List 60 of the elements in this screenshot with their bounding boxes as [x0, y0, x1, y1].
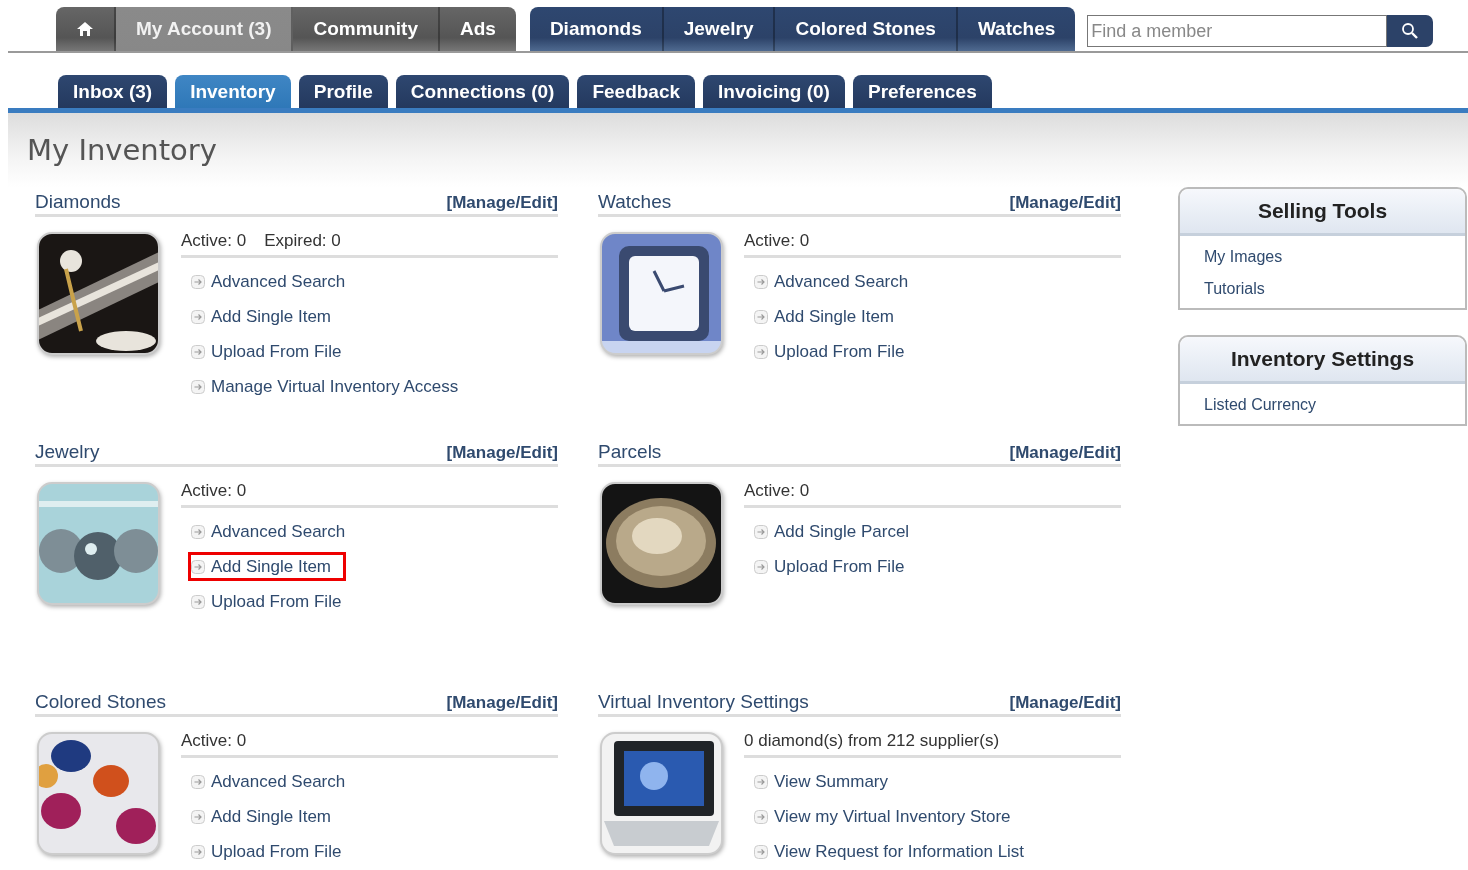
action-link[interactable]: Manage Virtual Inventory Access	[188, 372, 474, 401]
manage-edit-link[interactable]: [Manage/Edit]	[446, 693, 558, 713]
section-title: Virtual Inventory Settings	[598, 691, 809, 713]
action-link[interactable]: View Request for Information List	[751, 837, 1040, 866]
stat-text: Active: 0	[181, 231, 247, 251]
action-link[interactable]: Add Single Item	[188, 552, 346, 581]
manage-edit-link[interactable]: [Manage/Edit]	[1009, 193, 1121, 213]
sub-tab[interactable]: Connections (0)	[395, 75, 570, 108]
section-title: Jewelry	[35, 441, 100, 463]
search-icon	[1401, 22, 1420, 40]
sidebar-link[interactable]: Tutorials	[1204, 280, 1265, 298]
panel-title: Inventory Settings	[1180, 337, 1465, 384]
search-button[interactable]	[1387, 15, 1434, 47]
action-link[interactable]: View my Virtual Inventory Store	[751, 802, 1026, 831]
sub-tab[interactable]: Profile	[298, 75, 388, 108]
sub-tab[interactable]: Feedback	[577, 75, 696, 108]
sub-tab[interactable]: Invoicing (0)	[703, 75, 845, 108]
nav-tab[interactable]: Diamonds	[529, 7, 664, 51]
page-title: My Inventory	[27, 133, 217, 167]
action-link[interactable]: Add Single Item	[188, 302, 346, 331]
nav-tab[interactable]: Jewelry	[663, 7, 776, 51]
sub-tab[interactable]: Inbox (3)	[58, 75, 168, 108]
action-link[interactable]: Upload From File	[751, 552, 920, 581]
action-link[interactable]: Advanced Search	[188, 267, 361, 296]
nav-tab[interactable]: Colored Stones	[775, 7, 958, 51]
action-link[interactable]: Add Single Parcel	[751, 517, 925, 546]
action-link[interactable]: Advanced Search	[188, 517, 361, 546]
action-link[interactable]: View Summary	[751, 767, 903, 796]
action-link[interactable]: Add Single Item	[188, 802, 346, 831]
action-link[interactable]: Upload From File	[188, 337, 357, 366]
home-icon	[76, 21, 94, 37]
nav-tab[interactable]: Ads	[439, 7, 516, 51]
sidebar-link[interactable]: My Images	[1204, 248, 1283, 266]
action-link[interactable]: Upload From File	[751, 337, 920, 366]
search-field[interactable]: Find a member	[1087, 15, 1388, 47]
stat-text: Active: 0	[744, 231, 810, 251]
stat-text: Active: 0	[181, 481, 247, 501]
nav-tab[interactable]: Watches	[957, 7, 1076, 51]
manage-edit-link[interactable]: [Manage/Edit]	[1009, 443, 1121, 463]
sidebar-link[interactable]: Listed Currency	[1204, 396, 1317, 414]
action-link[interactable]: Advanced Search	[188, 767, 361, 796]
section-title: Colored Stones	[35, 691, 166, 713]
stat-text: Active: 0	[744, 481, 810, 501]
stat-text: 0 diamond(s) from 212 supplier(s)	[744, 731, 1000, 751]
panel-title: Selling Tools	[1180, 189, 1465, 236]
stat-text: Active: 0	[181, 731, 247, 751]
section-title: Watches	[598, 191, 672, 213]
stat-text: Expired: 0	[264, 231, 341, 251]
manage-edit-link[interactable]: [Manage/Edit]	[446, 193, 558, 213]
manage-edit-link[interactable]: [Manage/Edit]	[1009, 693, 1121, 713]
action-link[interactable]: Add Single Item	[751, 302, 909, 331]
action-link[interactable]: Upload From File	[188, 587, 357, 616]
nav-tab[interactable]: Community	[293, 7, 440, 51]
action-link[interactable]: Upload From File	[188, 837, 357, 866]
sub-tab[interactable]: Inventory	[175, 75, 291, 108]
action-link[interactable]: Advanced Search	[751, 267, 924, 296]
sub-tab[interactable]: Preferences	[852, 75, 992, 108]
manage-edit-link[interactable]: [Manage/Edit]	[446, 443, 558, 463]
section-title: Parcels	[598, 441, 662, 463]
section-title: Diamonds	[35, 191, 121, 213]
